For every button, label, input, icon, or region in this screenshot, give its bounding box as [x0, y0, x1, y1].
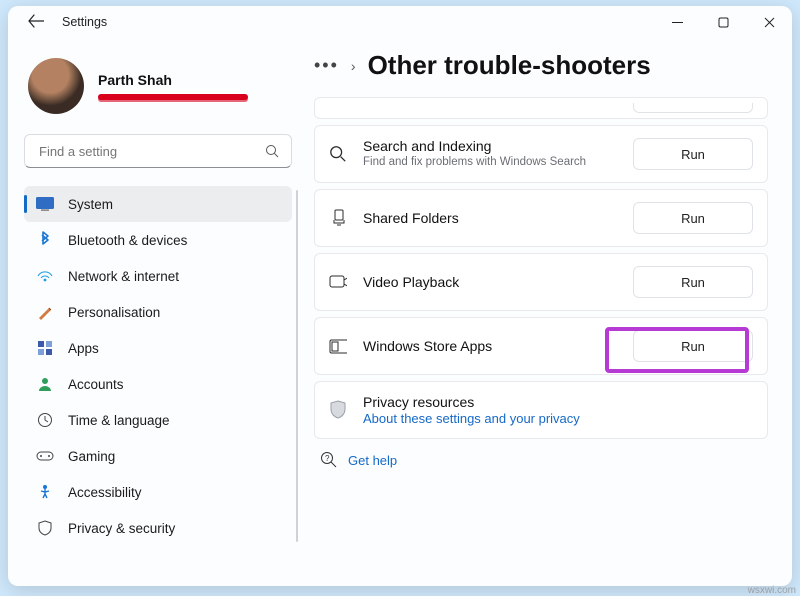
privacy-icon [36, 519, 54, 537]
nav-network[interactable]: Network & internet [24, 258, 292, 294]
maximize-button[interactable] [700, 6, 746, 38]
window-title: Settings [62, 15, 107, 29]
search-box[interactable] [24, 134, 292, 168]
nav-system[interactable]: System [24, 186, 292, 222]
run-button[interactable]: Run [633, 330, 753, 362]
card-list: Search and Indexing Find and fix problem… [314, 97, 768, 439]
card-title: Privacy resources [363, 394, 753, 410]
card-title: Search and Indexing [363, 138, 617, 154]
card-title: Windows Store Apps [363, 338, 617, 354]
watermark: wsxwi.com [748, 585, 796, 596]
run-button[interactable]: Run [633, 202, 753, 234]
video-icon [329, 273, 347, 291]
card-search-indexing: Search and Indexing Find and fix problem… [314, 125, 768, 183]
page-title: Other trouble-shooters [368, 50, 651, 81]
nav-label: Apps [68, 341, 99, 356]
nav-label: Accessibility [68, 485, 142, 500]
titlebar: Settings [8, 6, 792, 38]
profile[interactable]: Parth Shah [24, 46, 292, 120]
nav-bluetooth[interactable]: Bluetooth & devices [24, 222, 292, 258]
window-controls [654, 6, 792, 38]
folder-icon [329, 209, 347, 227]
close-button[interactable] [746, 6, 792, 38]
profile-name: Parth Shah [98, 72, 248, 88]
card-subtitle: Find and fix problems with Windows Searc… [363, 155, 617, 169]
shield-icon [329, 401, 347, 419]
nav-personalisation[interactable]: Personalisation [24, 294, 292, 330]
nav-label: Personalisation [68, 305, 160, 320]
nav-label: Network & internet [68, 269, 179, 284]
accounts-icon [36, 375, 54, 393]
avatar [28, 58, 84, 114]
profile-email-redacted [98, 94, 248, 100]
search-input[interactable] [37, 143, 263, 160]
nav: System Bluetooth & devices Network & int… [24, 186, 292, 546]
store-icon [329, 337, 347, 355]
card-windows-store-apps: Windows Store Apps Run [314, 317, 768, 375]
nav-label: System [68, 197, 113, 212]
run-button[interactable]: Run [633, 266, 753, 298]
access-icon [36, 483, 54, 501]
system-icon [36, 195, 54, 213]
card-shared-folders: Shared Folders Run [314, 189, 768, 247]
nav-accessibility[interactable]: Accessibility [24, 474, 292, 510]
nav-label: Gaming [68, 449, 115, 464]
run-button[interactable]: Run [633, 138, 753, 170]
body: Parth Shah System Bluetooth & devices [8, 38, 792, 586]
time-icon [36, 411, 54, 429]
nav-time[interactable]: Time & language [24, 402, 292, 438]
search-icon [263, 142, 281, 160]
gaming-icon [36, 447, 54, 465]
nav-gaming[interactable]: Gaming [24, 438, 292, 474]
network-icon [36, 267, 54, 285]
settings-window: Settings Parth Shah [8, 6, 792, 586]
card-video-playback: Video Playback Run [314, 253, 768, 311]
card-link[interactable]: About these settings and your privacy [363, 411, 753, 426]
search-icon [329, 145, 347, 163]
nav-apps[interactable]: Apps [24, 330, 292, 366]
nav-label: Privacy & security [68, 521, 175, 536]
card-title: Shared Folders [363, 210, 617, 226]
personal-icon [36, 303, 54, 321]
breadcrumb: ••• › Other trouble-shooters [314, 50, 768, 81]
sidebar: Parth Shah System Bluetooth & devices [8, 38, 308, 586]
content: ••• › Other trouble-shooters Search and … [308, 38, 792, 586]
nav-label: Bluetooth & devices [68, 233, 187, 248]
apps-icon [36, 339, 54, 357]
chevron-right-icon: › [351, 58, 356, 74]
bluetooth-icon [36, 231, 54, 249]
svg-text:?: ? [325, 454, 330, 463]
card-privacy-resources: Privacy resources About these settings a… [314, 381, 768, 439]
minimize-button[interactable] [654, 6, 700, 38]
nav-privacy[interactable]: Privacy & security [24, 510, 292, 546]
card-title: Video Playback [363, 274, 617, 290]
help-icon: ? [320, 451, 338, 469]
back-button[interactable] [28, 14, 44, 31]
breadcrumb-overflow[interactable]: ••• [314, 55, 339, 76]
help-row: ? Get help [320, 451, 768, 469]
card-partial [314, 97, 768, 119]
get-help-link[interactable]: Get help [348, 453, 397, 468]
nav-label: Time & language [68, 413, 170, 428]
nav-label: Accounts [68, 377, 124, 392]
nav-accounts[interactable]: Accounts [24, 366, 292, 402]
profile-text: Parth Shah [98, 72, 248, 100]
